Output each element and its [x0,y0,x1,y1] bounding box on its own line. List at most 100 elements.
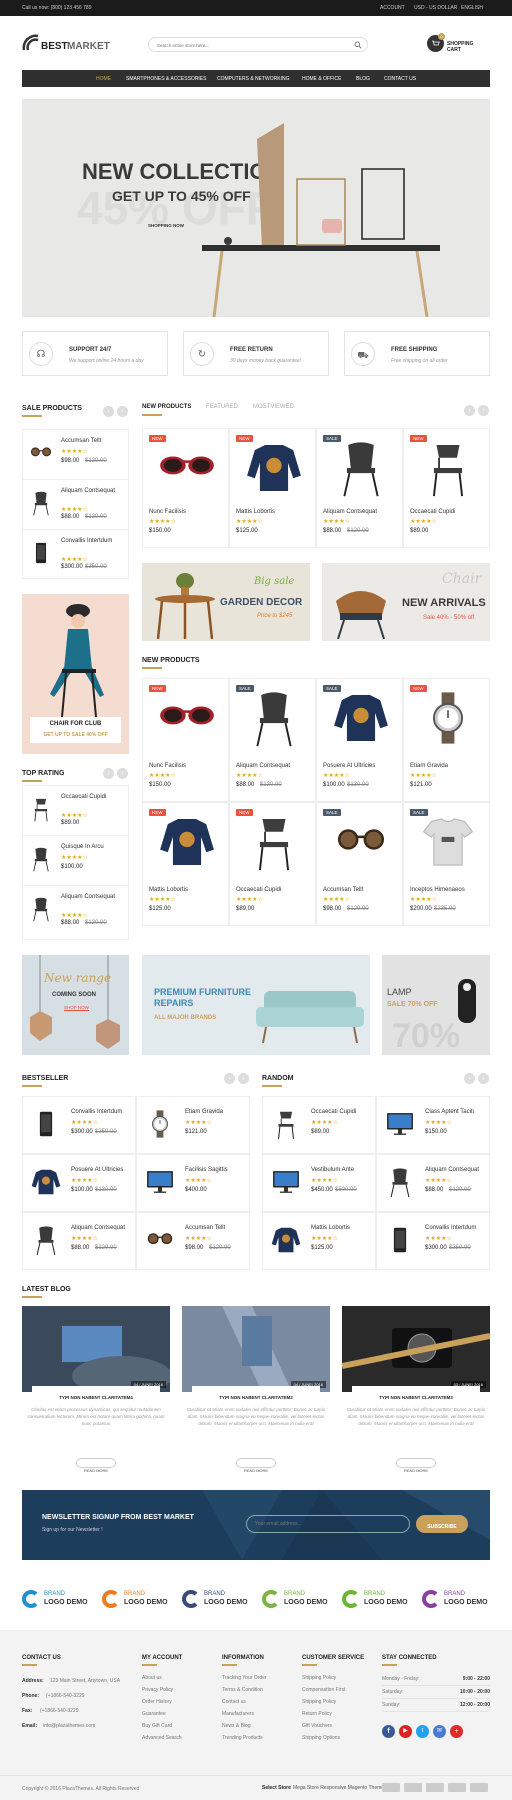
currency-menu[interactable]: USD - US DOLLAR [414,5,457,11]
product-name[interactable]: Aliquam Contsequat [71,1225,125,1231]
product-card[interactable]: NEW Nunc Facilisis ★★★★☆ $150.00 [142,678,229,802]
product-name[interactable]: Posuere At Ultricies [323,763,375,769]
prev-arrow-icon[interactable]: ‹ [224,1073,235,1084]
product-name[interactable]: Occaecati Cupidi [311,1109,356,1115]
product-name[interactable]: Etiam Gravida [410,763,448,769]
brand-logo[interactable]: BRAND LOGO DEMO [102,1584,176,1614]
sidebar-banner[interactable]: CHAIR FOR CLUB GET UP TO SALE 40% OFF [22,594,129,754]
next-arrow-icon[interactable]: › [117,406,128,417]
promo-arrivals[interactable]: Chair NEW ARRIVALS Sale 40% - 50% off [322,563,490,641]
product-name[interactable]: Nunc Facilisis [149,763,186,769]
product-image[interactable] [27,846,55,877]
product-image[interactable] [27,540,55,571]
footer-link[interactable]: Gift Vouchers [302,1720,345,1732]
blog-title[interactable]: TYPI NON HABENT CLARITATEM3 [379,1395,453,1400]
blog-image[interactable]: 03 / JUNE/ 2016 [342,1306,490,1392]
footer-link[interactable]: Order History [142,1696,181,1708]
product-image[interactable] [269,1167,303,1202]
footer-link[interactable]: Advanced Search [142,1732,181,1744]
product-image[interactable] [155,439,219,502]
footer-link[interactable]: Shipping Policy [302,1696,345,1708]
sidebar-product[interactable]: Aliquam Contsequat ★★★★☆ $88.00 $120.00 [23,890,128,936]
list-product[interactable]: Vestibulum Ante ★★★★☆ $450.00 $500.00 [262,1154,376,1212]
sidebar-product[interactable]: Occaecati Cupidi ★★★★☆ $89.00 [23,790,128,836]
blog-image[interactable]: 04 / JUNE/ 2016 [22,1306,170,1392]
product-image[interactable] [143,1167,177,1202]
newsletter-email-input[interactable] [246,1515,410,1533]
facebook-icon[interactable]: f [382,1725,395,1738]
product-image[interactable] [143,1109,177,1144]
product-name[interactable]: Aliquam Contsequat [236,763,290,769]
brand-logo[interactable]: BRAND LOGO DEMO [422,1584,496,1614]
youtube-icon[interactable]: ▶ [399,1725,412,1738]
language-menu[interactable]: ENGLISH [461,5,483,11]
product-name[interactable]: Quisque In Arcu [61,844,125,851]
product-card[interactable]: SALE Aliquam Contsequat ★★★★☆ $88.00 $120.00 [229,678,316,802]
subscribe-button[interactable]: SUBSCRIBE [416,1515,468,1533]
product-name[interactable]: Aliquam Contsequat [323,509,377,515]
footer-link[interactable]: Buy Gift Card [142,1720,181,1732]
product-name[interactable]: Aliquam Contsequat [425,1167,479,1173]
footer-link[interactable]: Shipping Policy [302,1672,345,1684]
product-name[interactable]: Occaecati Cupidi [61,794,125,801]
product-image[interactable] [329,439,393,502]
read-more-button[interactable]: READ MORE [236,1458,276,1473]
list-product[interactable]: Class Aptent Taciti ★★★★☆ $150.00 [376,1096,490,1154]
blog-image[interactable]: 04 / JUNE/ 2016 [182,1306,330,1392]
product-name[interactable]: Vestibulum Ante [311,1167,354,1173]
product-name[interactable]: Aliquam Contsequat [61,488,125,495]
nav-home[interactable]: HOME [96,76,111,82]
sidebar-product[interactable]: Accumsan Tellt ★★★★☆ $98.00 $120.00 [23,434,128,480]
product-card[interactable]: NEW Occaecati Cupidi ★★★★☆ $89.00 [229,802,316,926]
twitter-icon[interactable]: t [416,1725,429,1738]
product-name[interactable]: Inceptos Himenaeos [410,887,465,893]
product-image[interactable] [416,689,480,752]
nav-smartphones[interactable]: SMARTPHONES & ACCESSORIES [126,76,206,82]
product-image[interactable] [383,1167,417,1202]
footer-link[interactable]: Trending Products [222,1732,267,1744]
account-menu[interactable]: ACCOUNT [380,5,405,11]
list-product[interactable]: Accumsan Tellt ★★★★☆ $98.00 $120.00 [136,1212,250,1270]
product-image[interactable] [27,440,55,471]
product-image[interactable] [269,1109,303,1144]
tab-mostviewed[interactable]: MOSTVIEWED [253,404,294,410]
banner-furniture-repairs[interactable]: PREMIUM FURNITURE REPAIRS ALL MAJOR BRAN… [142,955,370,1055]
nav-computers[interactable]: COMPUTERS & NETWORKING [217,76,290,82]
footer-link[interactable]: Shipping Options [302,1732,345,1744]
product-image[interactable] [29,1167,63,1202]
blog-title[interactable]: TYPI NON HABENT CLARITATEM2 [219,1395,293,1400]
tab-featured[interactable]: FEATURED [206,404,238,410]
list-product[interactable]: Convallis Intertdum ★★★★☆ $300.00 $350.00 [22,1096,136,1154]
blog-post[interactable]: 04 / JUNE/ 2016 TYPI NON HABENT CLARITATE… [22,1306,170,1473]
product-image[interactable] [383,1109,417,1144]
product-name[interactable]: Nunc Facilisis [149,509,186,515]
search-box[interactable] [148,37,368,52]
next-arrow-icon[interactable]: › [478,1073,489,1084]
footer-link[interactable]: Compensation First [302,1684,345,1696]
google-plus-icon[interactable]: + [450,1725,463,1738]
product-name[interactable]: Mattis Lobortis [149,887,188,893]
prev-arrow-icon[interactable]: ‹ [464,405,475,416]
product-card[interactable]: NEW Mattis Lobortis ★★★★☆ $125.00 [229,428,316,548]
product-card[interactable]: NEW Nunc Facilisis ★★★★☆ $150.00 [142,428,229,548]
product-name[interactable]: Etiam Gravida [185,1109,223,1115]
sidebar-product[interactable]: Quisque In Arcu ★★★★☆ $100.00 [23,840,128,886]
product-name[interactable]: Facilisis Sagittis [185,1167,228,1173]
footer-link[interactable]: Return Policy [302,1708,345,1720]
product-name[interactable]: Accumsan Tellt [185,1225,225,1231]
sidebar-product[interactable]: Convallis Intertdum ★★★★☆ $300.00 $350.00 [23,534,128,580]
footer-link[interactable]: Guarantee [142,1708,181,1720]
product-image[interactable] [29,1225,63,1260]
next-arrow-icon[interactable]: › [117,768,128,779]
email-value[interactable]: info@plazathemes.com [43,1723,95,1729]
product-image[interactable] [29,1109,63,1144]
next-arrow-icon[interactable]: › [478,405,489,416]
product-image[interactable] [242,813,306,876]
email-icon[interactable]: ✉ [433,1725,446,1738]
select-store[interactable]: Select Store [262,1785,291,1791]
blog-post[interactable]: 04 / JUNE/ 2016 TYPI NON HABENT CLARITATE… [182,1306,330,1473]
product-name[interactable]: Occaecati Cupidi [410,509,455,515]
banner-lamp[interactable]: 70% LAMP SALE 70% OFF [382,955,490,1055]
product-card[interactable]: NEW Etiam Gravida ★★★★☆ $121.00 [403,678,490,802]
nav-contact[interactable]: CONTACT US [384,76,416,82]
